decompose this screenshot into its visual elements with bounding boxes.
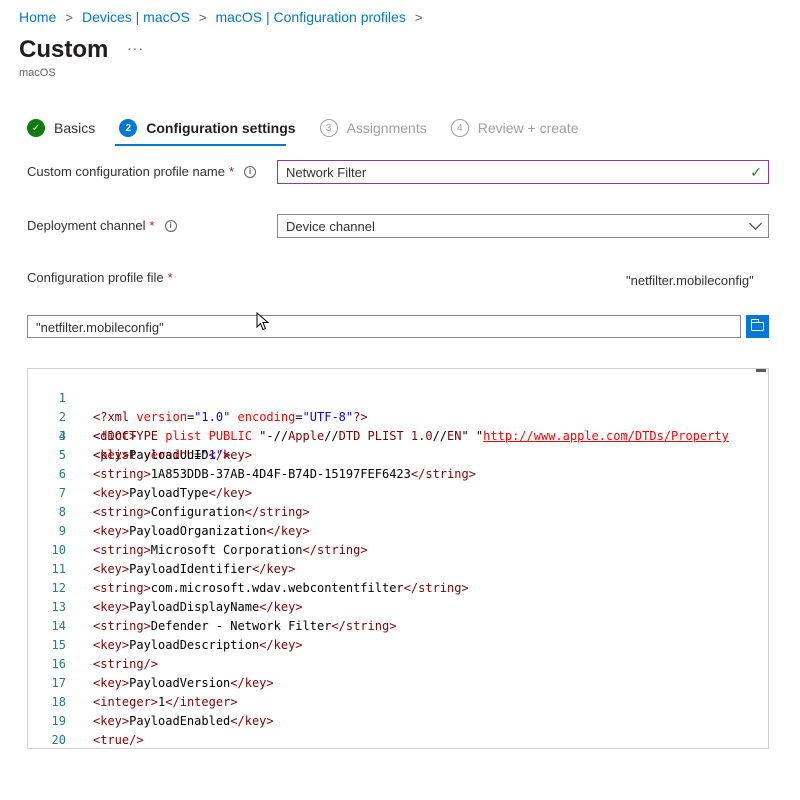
step-number-icon: 3 xyxy=(319,119,338,137)
code-line: 19 <key>PayloadEnabled</key> xyxy=(51,714,274,728)
chevron-right-icon: > xyxy=(65,9,73,25)
code-line: 15 <key>PayloadDescription</key> xyxy=(51,638,303,652)
deployment-channel-dropdown[interactable]: Device channel xyxy=(277,214,769,238)
active-step-indicator xyxy=(115,144,286,146)
code-line: 20 <true/> xyxy=(51,733,144,747)
breadcrumb-devices-macos[interactable]: Devices | macOS xyxy=(82,9,190,25)
code-line: 9 <key>PayloadOrganization</key> xyxy=(58,524,310,538)
profile-name-input[interactable]: Network Filter ✓ xyxy=(277,160,769,184)
file-path-input[interactable]: "netfilter.mobileconfig" xyxy=(27,315,741,338)
code-line: 16 <string/> xyxy=(51,657,159,671)
required-marker: * xyxy=(149,218,155,233)
chevron-right-icon: > xyxy=(414,9,423,25)
wizard-step-label: Basics xyxy=(54,120,96,136)
wizard-step-review-create[interactable]: 4 Review + create xyxy=(450,119,579,137)
code-editor[interactable]: 1 <?xml version="1.0" encoding="UTF-8"?>… xyxy=(27,368,769,749)
browse-file-button[interactable] xyxy=(746,315,769,338)
more-options-button[interactable]: ··· xyxy=(127,40,144,56)
code-line: 2 <!DOCTYPE plist PUBLIC "-//Apple//DTD … xyxy=(58,410,729,443)
page-subtitle: macOS xyxy=(19,67,56,79)
deployment-channel-label: Deployment channel * i xyxy=(27,218,177,233)
breadcrumb: Home > Devices | macOS > macOS | Configu… xyxy=(19,9,431,25)
wizard-step-label: Assignments xyxy=(346,120,427,136)
valid-check-icon: ✓ xyxy=(750,164,762,180)
info-icon[interactable]: i xyxy=(164,219,177,232)
code-line: 4 <dict> xyxy=(58,429,137,443)
code-line: 6 <string>1A853DDB-37AB-4D4F-B74D-15197FE… xyxy=(58,467,476,481)
code-line: 12 <string>com.microsoft.wdav.webcontentf… xyxy=(51,581,469,595)
folder-icon xyxy=(750,319,764,331)
wizard-step-basics[interactable]: ✓ Basics xyxy=(27,119,95,137)
required-marker: * xyxy=(167,270,173,285)
profile-name-label: Custom configuration profile name * i xyxy=(27,164,257,179)
wizard-step-label: Review + create xyxy=(477,120,579,136)
code-line: 13 <key>PayloadDisplayName</key> xyxy=(51,600,303,614)
code-line: 1 <?xml version="1.0" encoding="UTF-8"?> xyxy=(58,391,368,424)
chevron-right-icon: > xyxy=(198,9,207,25)
code-line: 5 <key>PayloadUUID</key> xyxy=(58,448,252,462)
mouse-cursor-icon xyxy=(256,312,270,331)
info-icon[interactable]: i xyxy=(244,165,257,178)
required-marker: * xyxy=(229,164,235,179)
code-line: 8 <string>Configuration</string> xyxy=(58,505,310,519)
wizard-step-label: Configuration settings xyxy=(146,120,296,136)
wizard-step-assignments[interactable]: 3 Assignments xyxy=(319,119,427,137)
chevron-down-icon xyxy=(749,217,762,230)
code-line: 17 <key>PayloadVersion</key> xyxy=(51,676,274,690)
code-line: 3 <plist version="1"> xyxy=(58,429,231,462)
breadcrumb-home[interactable]: Home xyxy=(19,9,56,25)
page-title: Custom xyxy=(19,36,109,63)
step-number-icon: 4 xyxy=(450,119,469,137)
code-line: 18 <integer>1</integer> xyxy=(51,695,238,709)
code-line: 7 <key>PayloadType</key> xyxy=(58,486,252,500)
selected-file-name: "netfilter.mobileconfig" xyxy=(626,273,754,288)
checkmark-icon: ✓ xyxy=(27,119,45,137)
code-line: 11 <key>PayloadIdentifier</key> xyxy=(51,562,296,576)
wizard-step-configuration-settings[interactable]: 2 Configuration settings xyxy=(119,119,296,137)
code-line: 10 <string>Microsoft Corporation</string> xyxy=(51,543,368,557)
wizard-steps: ✓ Basics 2 Configuration settings 3 Assi… xyxy=(27,119,603,137)
step-number-icon: 2 xyxy=(119,119,138,137)
code-line: 14 <string>Defender - Network Filter</str… xyxy=(51,619,397,633)
profile-file-label: Configuration profile file * xyxy=(27,270,173,285)
breadcrumb-config-profiles[interactable]: macOS | Configuration profiles xyxy=(215,9,405,25)
